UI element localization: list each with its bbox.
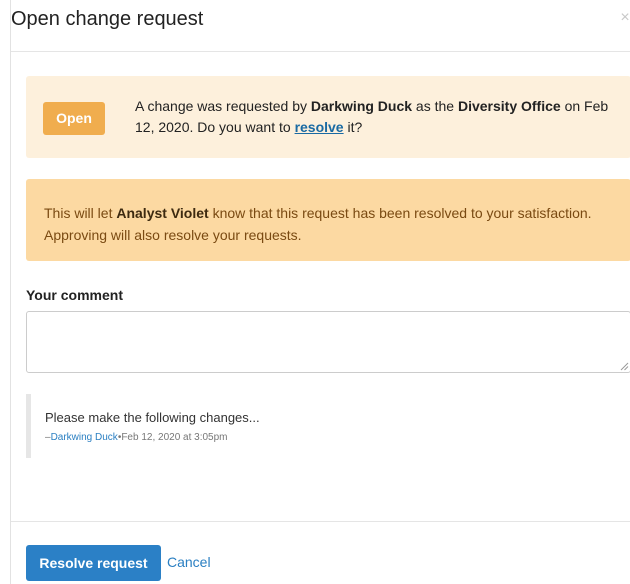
warning-message: This will let Analyst Violet know that t… [44, 202, 619, 246]
comment-timestamp: Feb 12, 2020 at 3:05pm [121, 432, 228, 443]
comment-meta: –Darkwing Duck•Feb 12, 2020 at 3:05pm [45, 432, 228, 443]
resolve-link[interactable]: resolve [295, 119, 344, 135]
close-icon[interactable]: × [619, 10, 630, 26]
status-text-middle: as the [412, 98, 458, 114]
comment-author-link[interactable]: Darkwing Duck [51, 432, 118, 443]
comment-label: Your comment [26, 287, 123, 303]
status-text-prefix: A change was requested by [135, 98, 311, 114]
comment-text: Please make the following changes... [45, 410, 260, 425]
resolve-request-button[interactable]: Resolve request [26, 545, 161, 581]
previous-comment: Please make the following changes... –Da… [26, 394, 326, 458]
change-request-modal: Open change request × Open A change was … [10, 0, 630, 584]
resize-grip-icon[interactable] [620, 362, 629, 371]
requester-name: Darkwing Duck [310, 98, 413, 114]
status-message: A change was requested by Darkwing Duck … [135, 96, 625, 138]
modal-title: Open change request [11, 8, 204, 30]
comment-textarea[interactable] [26, 311, 630, 373]
warning-text-prefix: This will let [44, 205, 117, 221]
analyst-name: Analyst Violet [116, 205, 209, 221]
cancel-link[interactable]: Cancel [167, 554, 211, 570]
modal-footer: Resolve request Cancel [11, 521, 630, 584]
warning-alert: This will let Analyst Violet know that t… [26, 179, 630, 261]
modal-header: Open change request × [11, 0, 630, 52]
status-alert: Open A change was requested by Darkwing … [26, 76, 630, 158]
office-name: Diversity Office [457, 98, 561, 114]
status-text-end: it? [343, 119, 363, 135]
status-badge: Open [43, 102, 105, 135]
